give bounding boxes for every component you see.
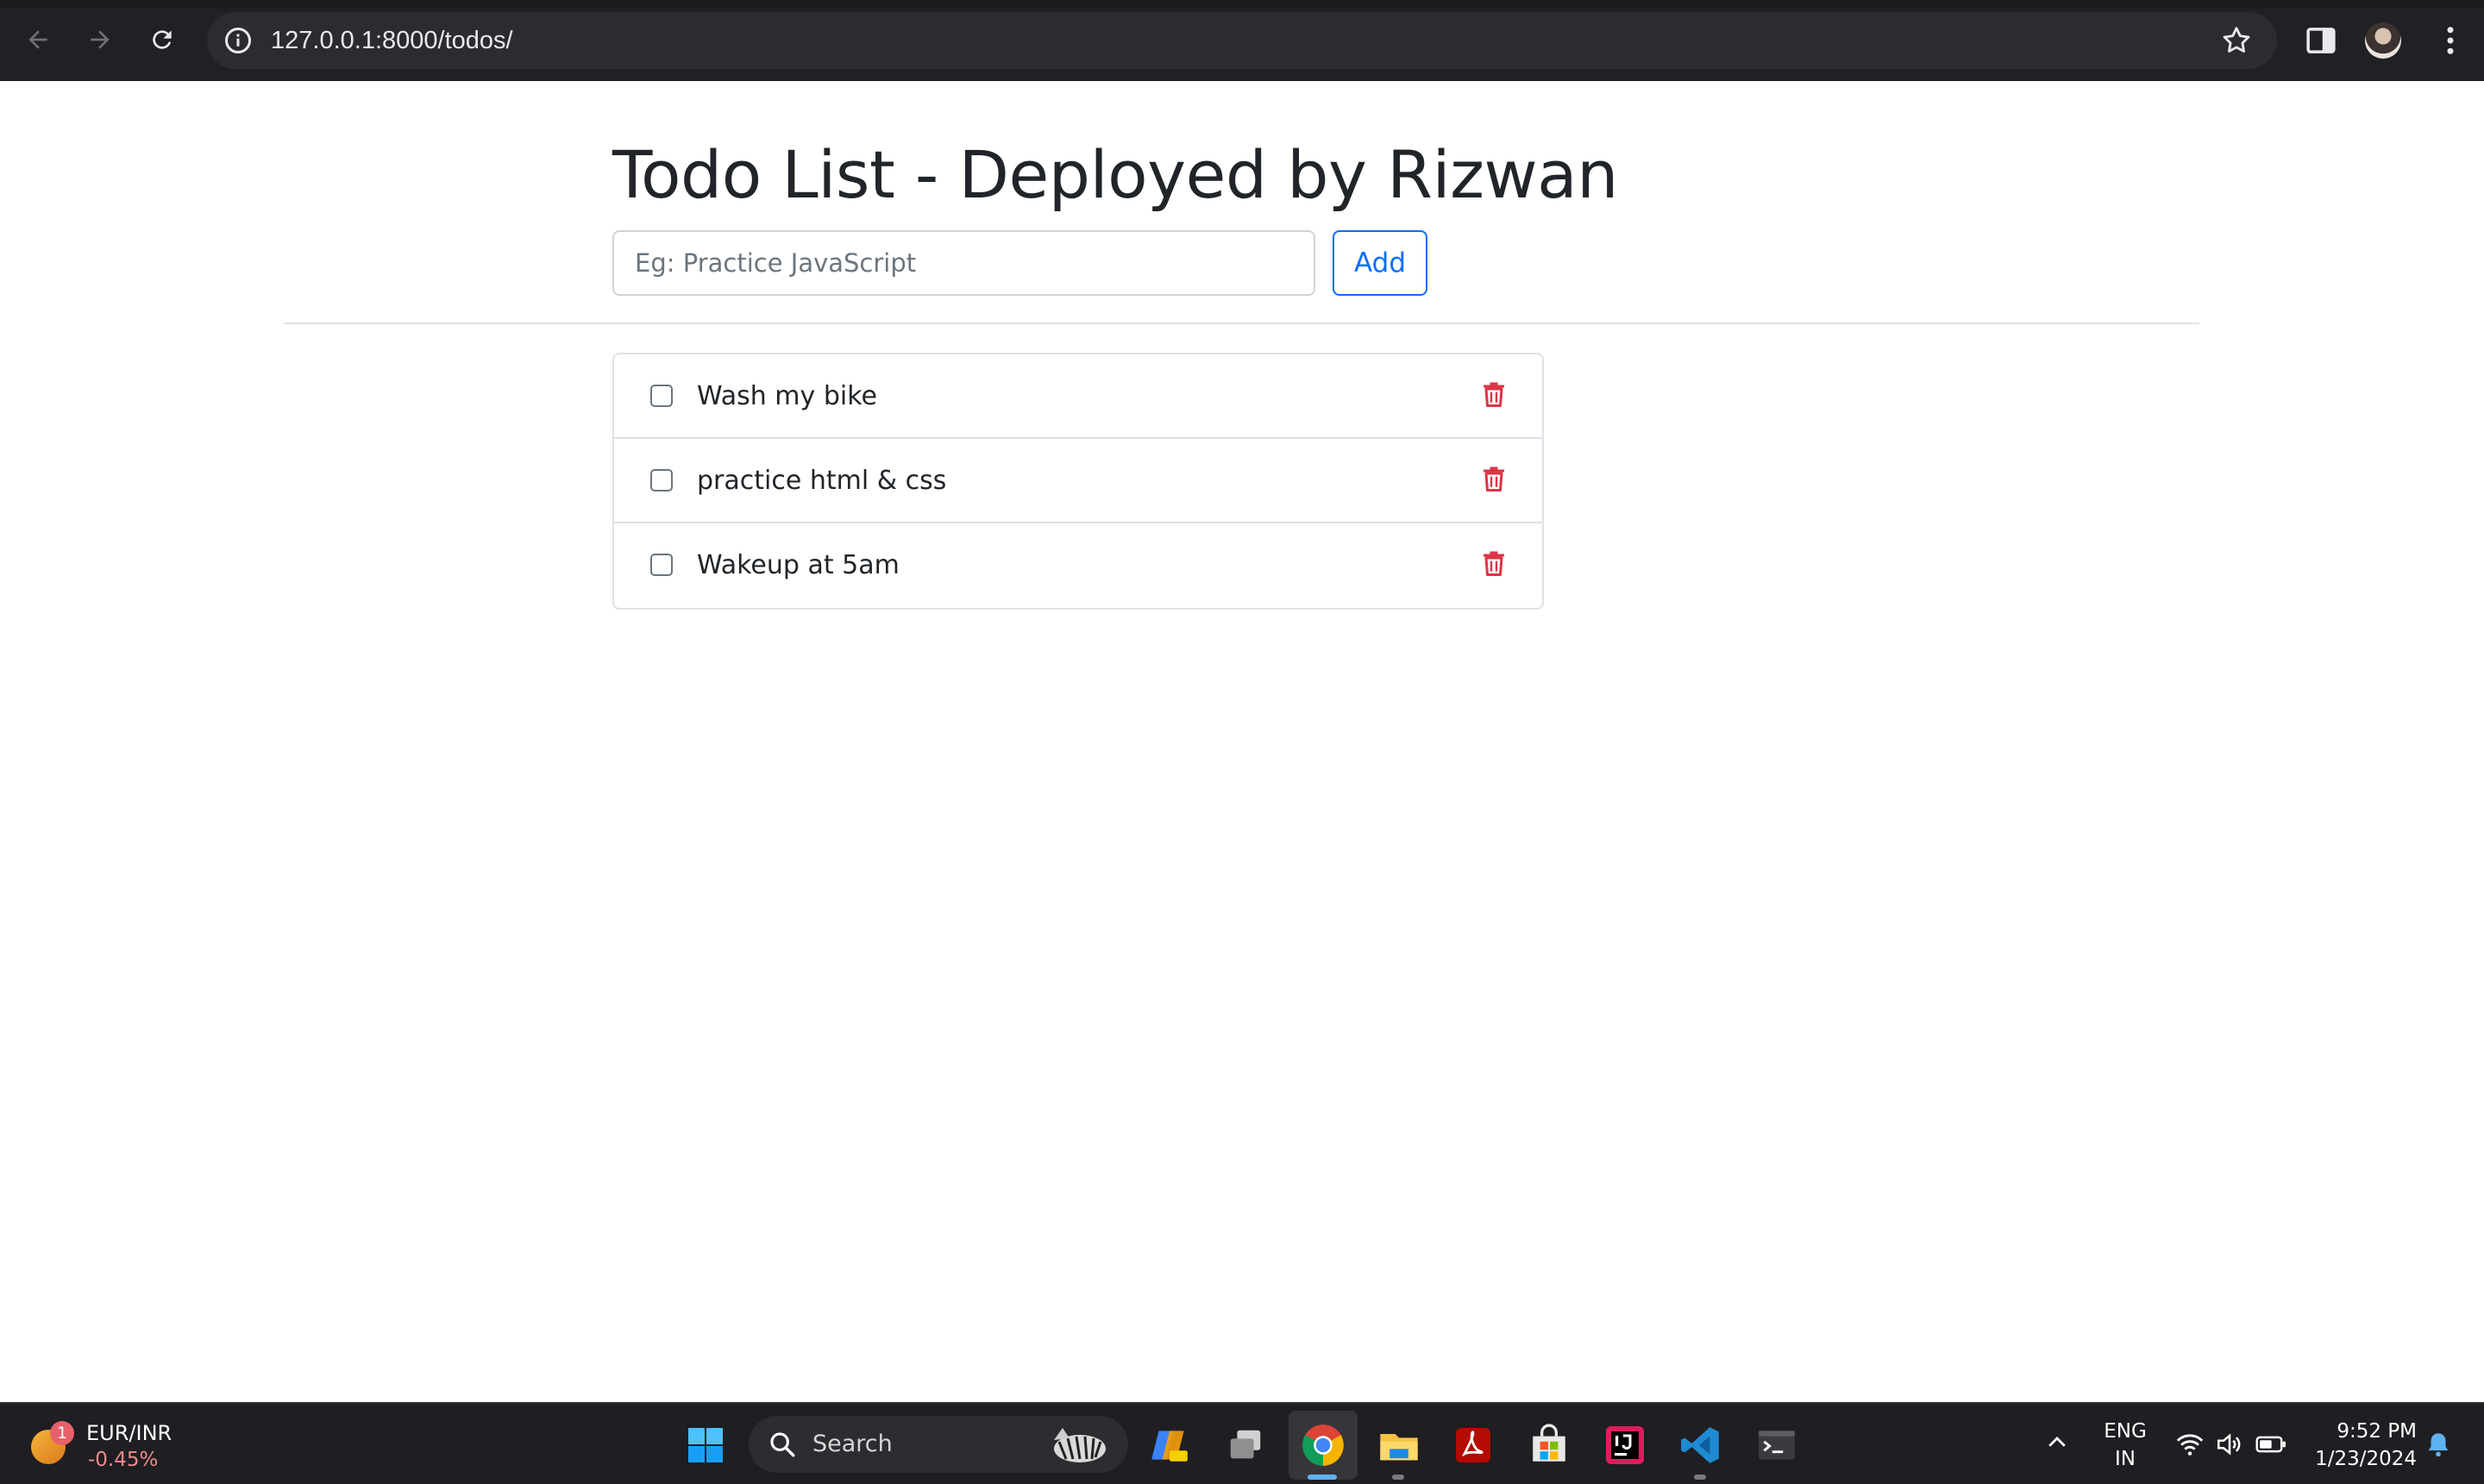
acrobat-icon[interactable] <box>1449 1421 1497 1469</box>
system-clock[interactable]: 9:52 PM 1/23/2024 <box>2305 1418 2417 1473</box>
wifi-icon[interactable] <box>2175 1430 2205 1459</box>
taskbar-search[interactable]: Search <box>749 1416 1128 1473</box>
divider <box>285 322 2199 324</box>
todo-checkbox[interactable] <box>650 385 673 407</box>
profile-avatar[interactable] <box>2365 22 2401 59</box>
todo-checkbox[interactable] <box>650 554 673 576</box>
battery-icon[interactable] <box>2255 1430 2287 1459</box>
page-viewport: Todo List - Deployed by Rizwan Add Wash … <box>0 81 2484 1402</box>
page-title: Todo List - Deployed by Rizwan <box>612 136 1618 213</box>
intellij-icon[interactable] <box>1601 1421 1649 1469</box>
todo-item: Wash my bike <box>614 354 1542 439</box>
trash-icon[interactable] <box>1478 377 1509 411</box>
windows-start-icon[interactable] <box>681 1421 730 1469</box>
chrome-icon[interactable] <box>1299 1421 1347 1469</box>
vscode-icon[interactable] <box>1677 1421 1725 1469</box>
clock-time: 9:52 PM <box>2337 1420 2417 1443</box>
file-explorer-icon[interactable] <box>1375 1421 1423 1469</box>
terminal-icon[interactable] <box>1753 1421 1801 1469</box>
search-icon <box>770 1432 795 1457</box>
chrome-active-indicator <box>1308 1475 1337 1480</box>
notification-bell-icon[interactable] <box>2424 1430 2453 1459</box>
clock-date: 1/23/2024 <box>2315 1448 2417 1470</box>
todo-item: Wakeup at 5am <box>614 523 1542 608</box>
language-line1: ENG <box>2104 1420 2147 1443</box>
widget-title: EUR/INR <box>86 1421 172 1445</box>
trash-icon[interactable] <box>1478 546 1509 580</box>
todo-item: practice html & css <box>614 439 1542 523</box>
tab-strip <box>0 0 2484 9</box>
add-button[interactable]: Add <box>1333 230 1427 296</box>
trash-icon[interactable] <box>1478 461 1509 496</box>
task-view-icon[interactable] <box>1221 1421 1270 1469</box>
url-text[interactable]: 127.0.0.1:8000/todos/ <box>271 12 513 69</box>
browser-chrome: 127.0.0.1:8000/todos/ <box>0 0 2484 81</box>
volume-icon[interactable] <box>2215 1430 2244 1459</box>
kebab-menu-icon[interactable] <box>2432 22 2468 59</box>
todo-checkbox[interactable] <box>650 469 673 492</box>
search-label: Search <box>812 1431 893 1457</box>
bookmark-star-icon[interactable] <box>2220 24 2253 57</box>
todo-text: practice html & css <box>697 466 947 496</box>
taskbar: 1 EUR/INR -0.45% Search ENG IN 9:52 PM 1… <box>0 1402 2484 1484</box>
todo-list: Wash my bike practice html & css Wakeup … <box>612 353 1544 610</box>
notification-badge: 1 <box>50 1421 74 1445</box>
zebra-highlight-icon <box>1054 1428 1106 1462</box>
back-arrow-icon[interactable] <box>17 19 59 60</box>
language-indicator[interactable]: ENG IN <box>2098 1418 2153 1473</box>
chevron-up-icon[interactable] <box>2044 1430 2070 1456</box>
widget-change: -0.45% <box>88 1449 159 1471</box>
forward-arrow-icon[interactable] <box>79 19 121 60</box>
todo-input[interactable] <box>612 230 1315 296</box>
copilot-icon[interactable] <box>1145 1421 1194 1469</box>
vscode-open-indicator <box>1694 1475 1706 1480</box>
language-line2: IN <box>2115 1448 2136 1470</box>
reload-icon[interactable] <box>141 19 183 60</box>
todo-text: Wakeup at 5am <box>697 550 900 580</box>
site-info-icon[interactable] <box>223 25 254 56</box>
ms-store-icon[interactable] <box>1525 1421 1573 1469</box>
todo-text: Wash my bike <box>697 381 877 411</box>
currency-widget[interactable]: 1 EUR/INR -0.45% <box>26 1416 198 1473</box>
side-panel-icon[interactable] <box>2303 22 2339 59</box>
explorer-open-indicator <box>1392 1475 1404 1480</box>
address-bar[interactable]: 127.0.0.1:8000/todos/ <box>207 12 2277 69</box>
